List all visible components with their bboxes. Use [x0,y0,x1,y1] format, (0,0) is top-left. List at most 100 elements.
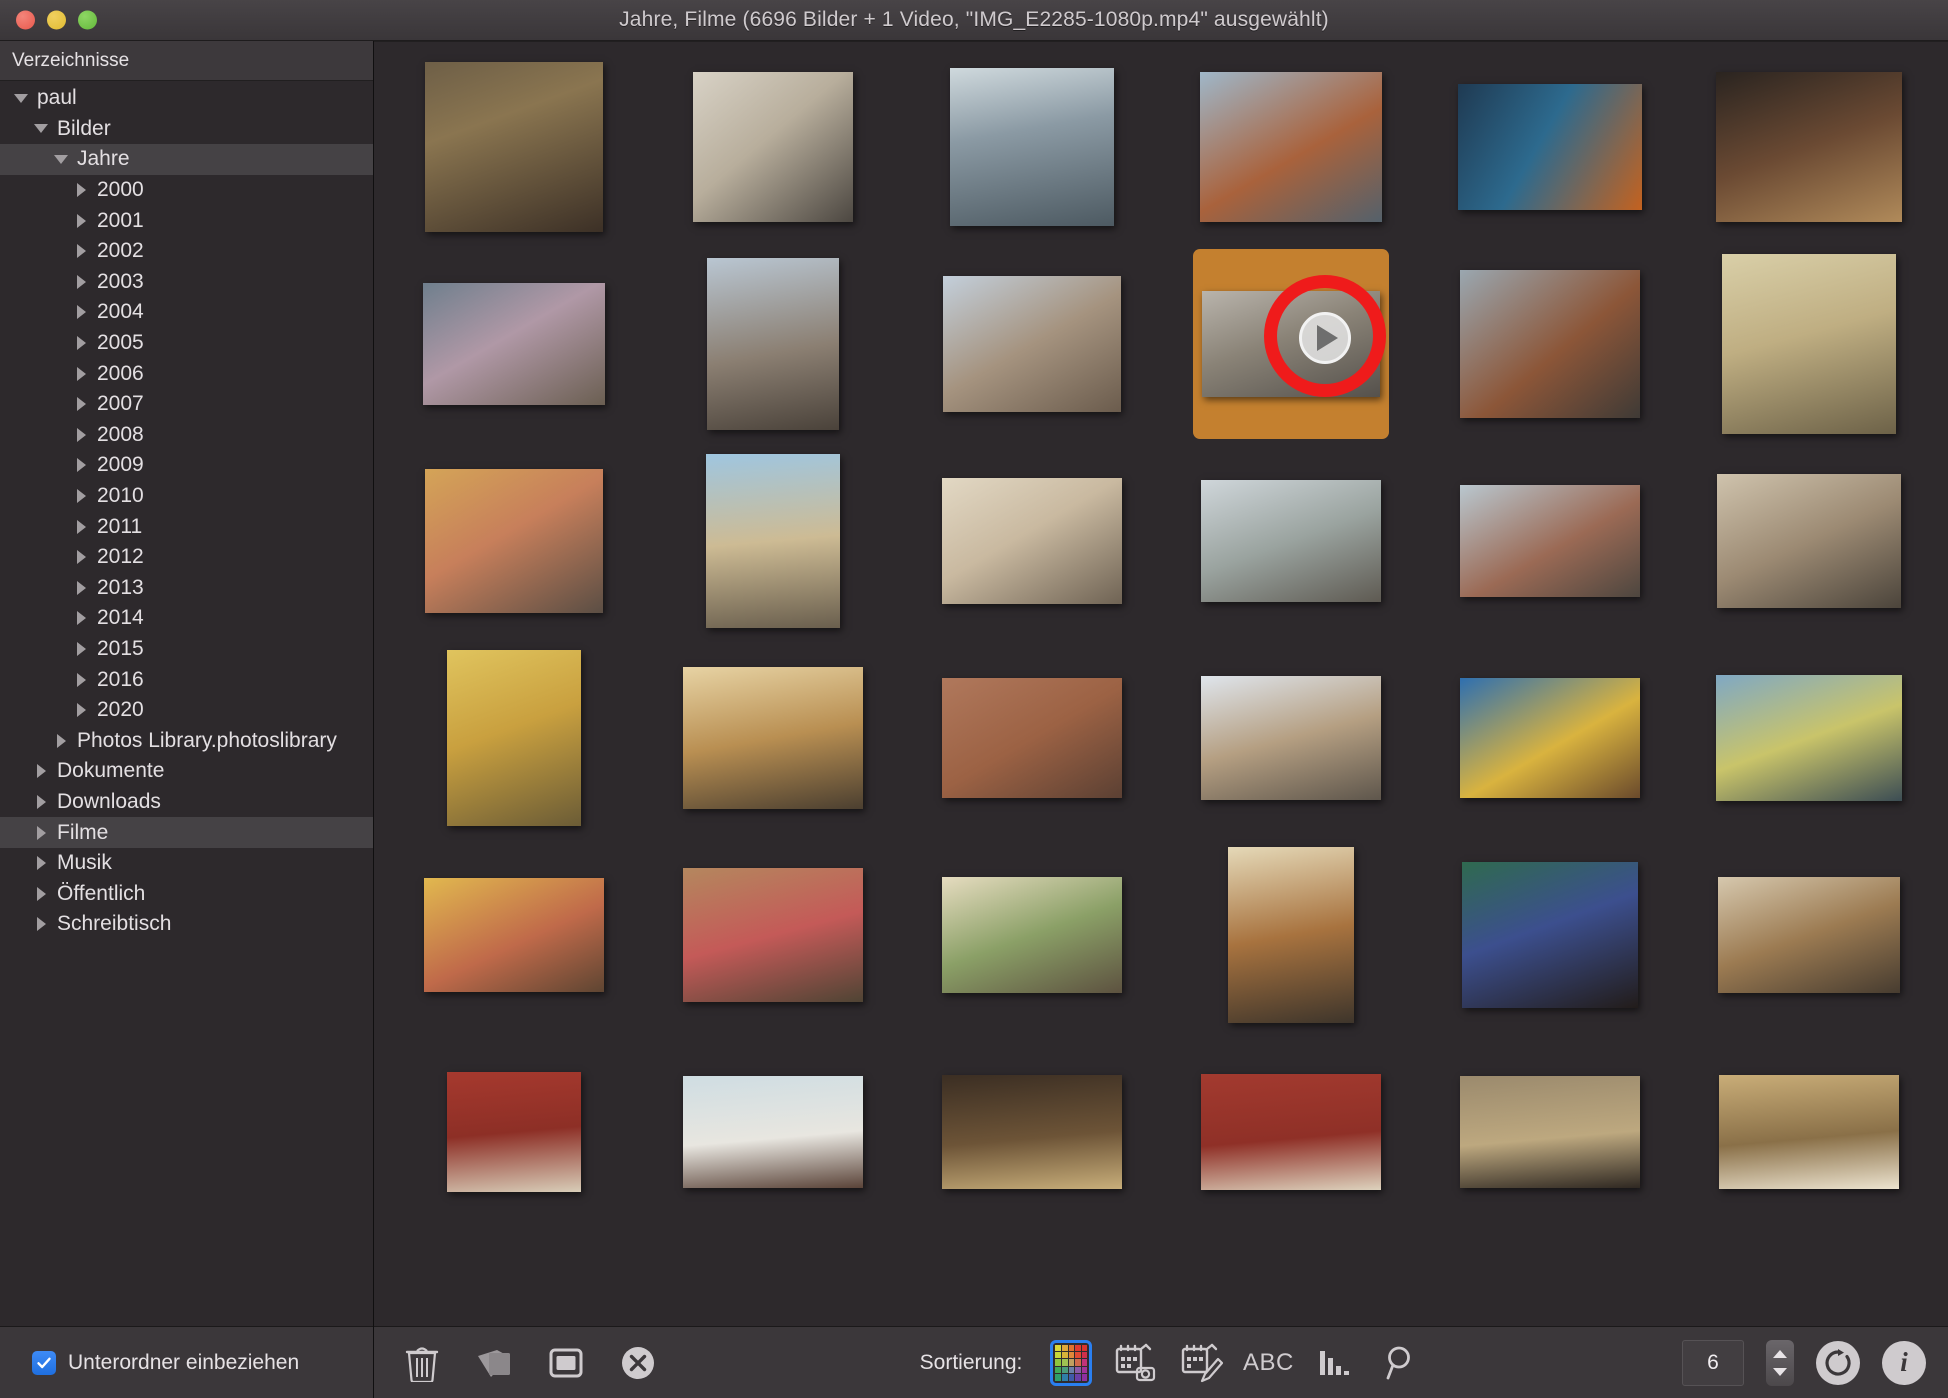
sidebar-item-downloads[interactable]: Downloads [0,787,373,818]
palace-hall-columns[interactable] [1717,876,1900,993]
sidebar-item-2007[interactable]: 2007 [0,389,373,420]
brick-building-windows[interactable] [1459,269,1640,418]
sidebar-item-2001[interactable]: 2001 [0,205,373,236]
sidebar-item-filme[interactable]: Filme [0,817,373,848]
thumbnail-cell[interactable] [1420,442,1679,639]
chevron-right-icon[interactable] [70,336,92,351]
folder-icon[interactable] [472,1340,516,1386]
chevron-right-icon[interactable] [70,427,92,442]
sidebar-item-2016[interactable]: 2016 [0,664,373,695]
thumbnail-cell[interactable] [643,442,902,639]
village-street-brick-houses[interactable] [1459,484,1640,597]
thumbnail-cell[interactable] [1420,639,1679,836]
chevron-right-icon[interactable] [70,611,92,626]
sidebar-item-2012[interactable]: 2012 [0,542,373,573]
old-farmhouse-sepia-fence[interactable] [1716,473,1901,608]
chevron-right-icon[interactable] [70,519,92,534]
chevron-right-icon[interactable] [30,794,52,809]
color-grid-icon[interactable] [1050,1339,1093,1386]
refresh-icon[interactable] [1816,1340,1861,1385]
shopping-mall-interior[interactable] [1200,675,1381,800]
thumbnail-cell[interactable] [1679,639,1938,836]
thumbnail-cell[interactable] [384,836,643,1033]
sidebar-item-2000[interactable]: 2000 [0,175,373,206]
sidebar-item-2020[interactable]: 2020 [0,695,373,726]
calendar-edit-icon[interactable] [1180,1340,1224,1386]
chevron-right-icon[interactable] [30,856,52,871]
play-icon[interactable] [1298,311,1351,364]
colorful-alley-pastel[interactable] [424,468,603,613]
chevron-right-icon[interactable] [30,917,52,932]
thumbnail-cell[interactable] [1420,245,1679,442]
thumbnail-cell[interactable] [1161,836,1420,1033]
thumbnail-cell[interactable] [1420,48,1679,245]
yellow-house-red-door[interactable] [423,877,604,992]
thumbnail-cell[interactable] [1161,245,1420,442]
calendar-camera-icon[interactable] [1114,1340,1158,1386]
thumbnail-cell[interactable] [902,48,1161,245]
thumbnail-cell[interactable] [1161,1033,1420,1230]
sidebar-item-photos-library-photoslibrary[interactable]: Photos Library.photoslibrary [0,725,373,756]
brick-facade-white-windows[interactable] [941,677,1122,798]
zoom-window-button[interactable] [78,10,97,30]
close-window-button[interactable] [16,10,35,30]
heimat-hafen-storefront[interactable] [1457,83,1642,210]
thumbnail-cell[interactable] [1679,48,1938,245]
glass-facade-mural-blue[interactable] [1715,674,1902,801]
chevron-right-icon[interactable] [30,886,52,901]
chevron-right-icon[interactable] [70,183,92,198]
sidebar-item-paul[interactable]: paul [0,83,373,114]
chevron-right-icon[interactable] [70,244,92,259]
brick-wall-flower-window[interactable] [682,867,863,1002]
sidebar-item-2013[interactable]: 2013 [0,573,373,604]
thumbnail-cell[interactable] [902,245,1161,442]
dark-vault-timber[interactable] [941,1074,1122,1189]
thumbnail-grid[interactable] [374,42,1948,1326]
chevron-right-icon[interactable] [70,397,92,412]
columns-input[interactable]: 6 [1682,1339,1745,1386]
thumbnail-cell[interactable] [384,442,643,639]
magnifier-icon[interactable] [1378,1340,1422,1386]
sidebar-item-jahre[interactable]: Jahre [0,144,373,175]
narrow-lane-lantern[interactable] [705,453,840,628]
cafe-terrace-green-shutters[interactable] [941,876,1122,993]
chevron-right-icon[interactable] [70,672,92,687]
passage-arcade-hillside[interactable] [1200,479,1381,602]
industrial-crane-sepia[interactable] [424,61,603,232]
skyscrapers-red-facade[interactable] [1199,71,1382,222]
basilica-interior-warm[interactable] [1718,1074,1899,1189]
thumbnail-cell[interactable] [1161,639,1420,836]
sidebar-item-2014[interactable]: 2014 [0,603,373,634]
harbour-inn-bar-shopfront[interactable] [1715,71,1902,222]
chevron-right-icon[interactable] [30,764,52,779]
sidebar-item-2010[interactable]: 2010 [0,481,373,512]
chevron-down-icon[interactable] [10,93,32,103]
sidebar-item-2004[interactable]: 2004 [0,297,373,328]
chevron-right-icon[interactable] [70,550,92,565]
close-circle-icon[interactable] [616,1340,660,1386]
chevron-right-icon[interactable] [70,305,92,320]
chevron-right-icon[interactable] [30,825,52,840]
thumbnail-cell[interactable] [643,836,902,1033]
thumbnail-cell[interactable] [1420,1033,1679,1230]
modern-office-building[interactable] [949,67,1114,226]
umbrella-street-lisbon[interactable] [422,282,605,405]
thumbnail-cell[interactable] [643,48,902,245]
sidebar-item-musik[interactable]: Musik [0,848,373,879]
chevron-down-icon[interactable] [30,124,52,134]
abc-icon[interactable]: ABC [1243,1340,1293,1386]
thumbnail-cell[interactable] [902,639,1161,836]
thumbnail-cell[interactable] [384,639,643,836]
stepper-up-icon[interactable] [1773,1349,1788,1358]
sidebar-item-schreibtisch[interactable]: Schreibtisch [0,909,373,940]
window-icon[interactable] [544,1340,588,1386]
chevron-down-icon[interactable] [50,154,72,164]
thumbnail-cell[interactable] [902,442,1161,639]
thumbnail-cell[interactable] [384,48,643,245]
sidebar-item-2005[interactable]: 2005 [0,328,373,359]
chevron-right-icon[interactable] [50,733,72,748]
thumbnail-cell[interactable] [643,1033,902,1230]
include-subfolders-checkbox[interactable] [32,1350,56,1375]
sidebar-item-dokumente[interactable]: Dokumente [0,756,373,787]
chevron-right-icon[interactable] [70,580,92,595]
